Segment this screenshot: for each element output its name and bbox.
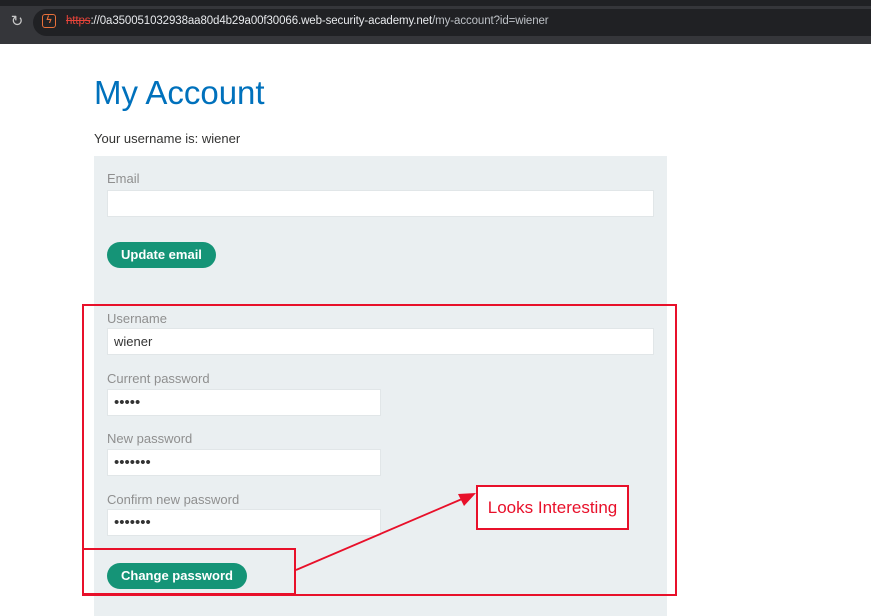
address-bar[interactable]: ϟ https://0a350051032938aa80d4b29a00f300… [33,9,871,36]
tab-strip [0,0,871,6]
page-title: My Account [94,74,265,111]
email-input[interactable] [107,190,654,217]
url-protocol: https [66,15,91,27]
reload-icon[interactable]: ↻ [8,12,26,30]
username-info: Your username is: wiener [94,131,241,146]
email-label: Email [107,171,140,186]
annotation-button-highlight [82,548,296,595]
site-favicon-icon: ϟ [42,14,56,28]
url-host: ://0a350051032938aa80d4b29a00f30066.web-… [90,15,433,27]
url-path: /my-account?id=wiener [432,15,549,27]
browser-toolbar: ↻ ϟ https://0a350051032938aa80d4b29a00f3… [0,0,871,44]
url-text[interactable]: https://0a350051032938aa80d4b29a00f30066… [66,15,549,27]
update-email-button[interactable]: Update email [107,242,216,268]
annotation-note: Looks Interesting [476,485,629,530]
